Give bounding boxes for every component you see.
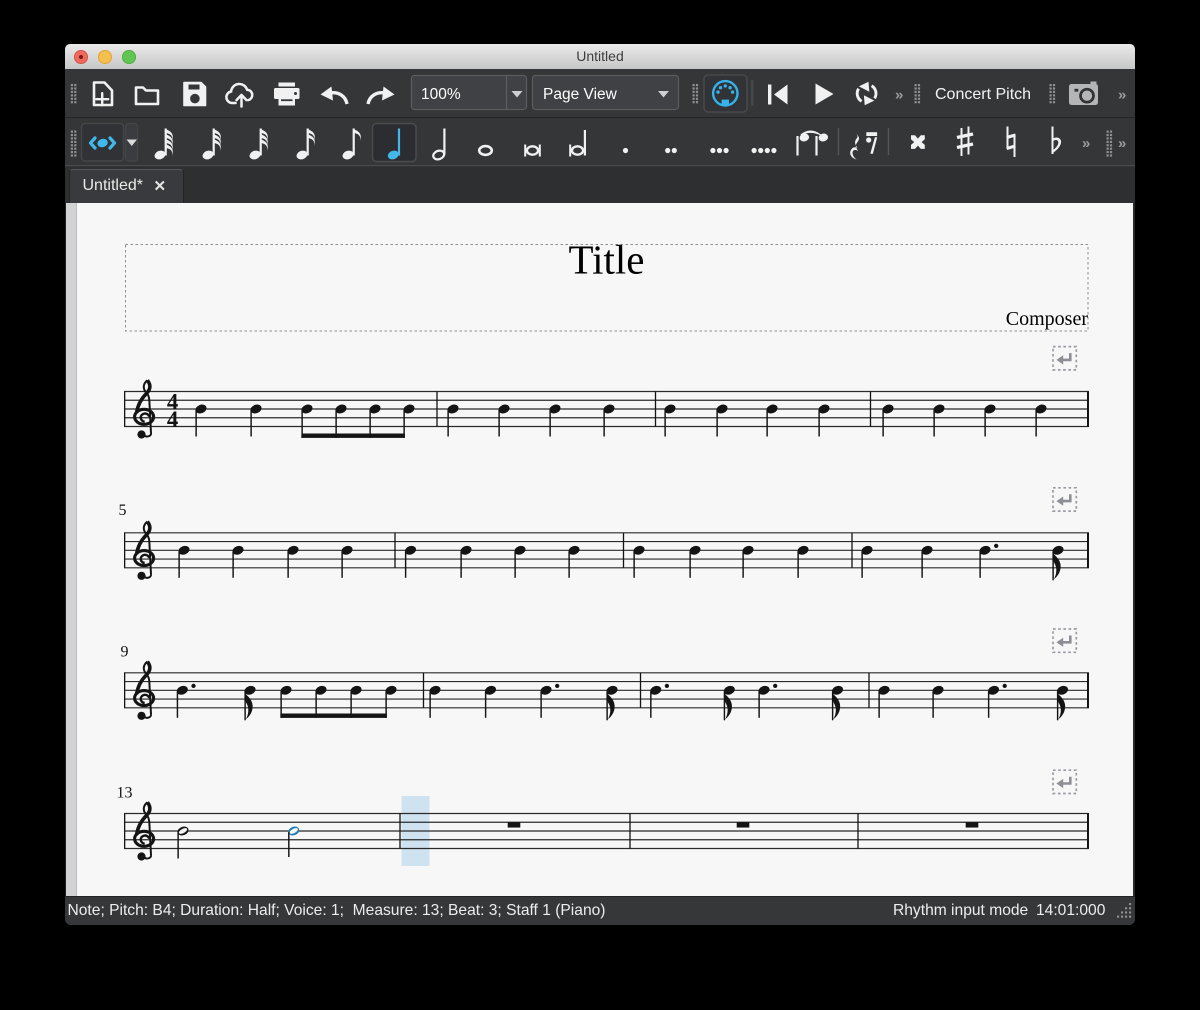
svg-text:Page View: Page View <box>543 86 618 103</box>
svg-text:100%: 100% <box>421 86 461 103</box>
svg-text:»: » <box>1118 87 1126 104</box>
svg-text:4: 4 <box>167 407 178 432</box>
svg-text:»: » <box>1118 135 1126 152</box>
svg-text:»: » <box>1082 135 1090 152</box>
svg-text:Composer: Composer <box>1006 308 1089 330</box>
svg-text:5: 5 <box>119 502 127 519</box>
svg-text:13: 13 <box>117 785 133 802</box>
svg-text:9: 9 <box>121 644 129 661</box>
svg-text:Concert Pitch: Concert Pitch <box>935 86 1031 103</box>
svg-text:»: » <box>895 87 903 104</box>
svg-text:Title: Title <box>569 237 645 283</box>
